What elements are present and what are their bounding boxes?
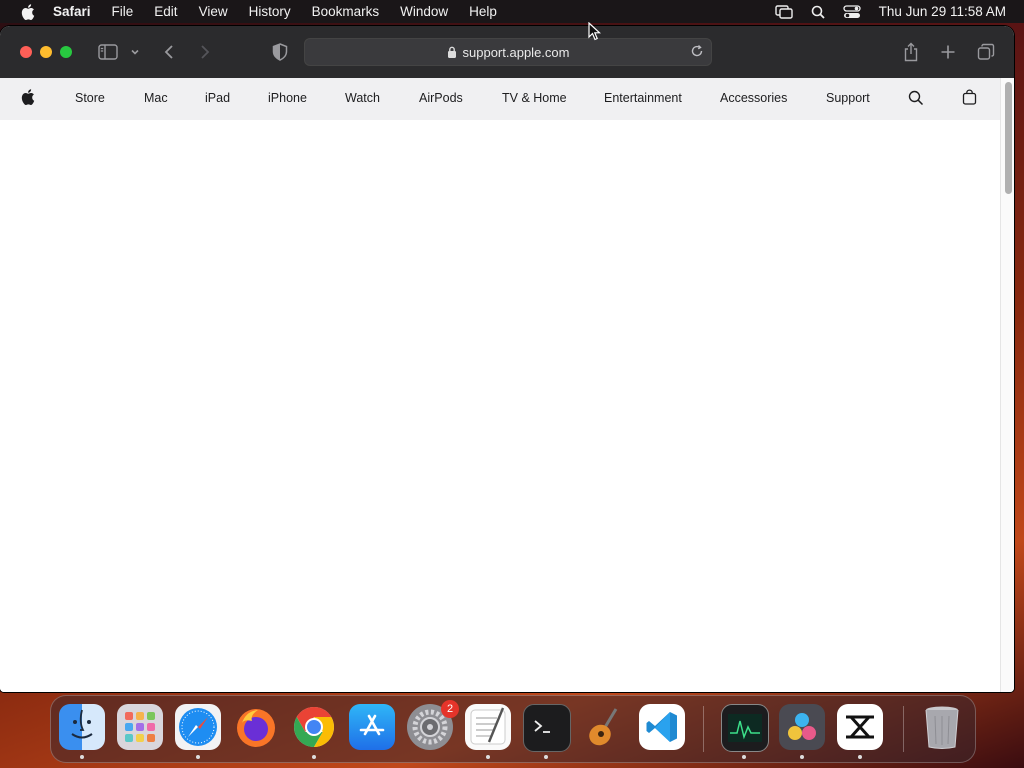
nav-accessories[interactable]: Accessories (720, 91, 787, 105)
forward-icon[interactable] (196, 40, 214, 64)
menu-bar: Safari File Edit View History Bookmarks … (0, 0, 1024, 23)
finder-icon (71, 709, 93, 739)
safari-toolbar: support.apple.com (0, 26, 1014, 79)
chevron-down-icon[interactable] (128, 40, 142, 64)
sidebar-toggle-icon[interactable] (96, 40, 120, 64)
nav-support[interactable]: Support (826, 91, 870, 105)
dock-separator (903, 706, 904, 752)
dock-system-settings[interactable]: 2 (407, 700, 459, 750)
davinci-resolve-icon (788, 713, 816, 740)
capcut-icon (846, 715, 874, 739)
nav-watch[interactable]: Watch (345, 91, 380, 105)
tab-overview-icon[interactable] (975, 40, 997, 64)
dock-app-store[interactable] (349, 704, 395, 750)
dock-safari[interactable] (175, 704, 221, 750)
control-center-icon[interactable] (839, 2, 865, 22)
share-icon[interactable] (900, 40, 922, 64)
dock-firefox[interactable] (233, 704, 279, 750)
scrollbar-thumb[interactable] (1005, 82, 1012, 194)
mouse-cursor-icon (588, 21, 602, 47)
chrome-icon (294, 707, 334, 747)
menu-edit[interactable]: Edit (154, 4, 177, 19)
dock-activity-monitor[interactable] (721, 704, 769, 752)
apple-global-nav: Store Mac iPad iPhone Watch AirPods TV &… (0, 78, 1000, 120)
search-icon[interactable] (908, 90, 924, 109)
fullscreen-window-button[interactable] (60, 46, 72, 58)
dock-terminal[interactable] (523, 704, 571, 752)
menu-window[interactable]: Window (400, 4, 448, 19)
nav-ipad[interactable]: iPad (205, 91, 230, 105)
trash-icon (925, 706, 959, 749)
apple-menu-icon[interactable] (19, 3, 37, 21)
menu-app-name[interactable]: Safari (53, 4, 91, 19)
menu-help[interactable]: Help (469, 4, 497, 19)
terminal-prompt-icon (534, 720, 550, 733)
screen-mirroring-icon[interactable] (771, 2, 797, 22)
safari-compass-icon (179, 708, 217, 746)
vscode-icon (646, 712, 677, 742)
page-content (0, 120, 1000, 692)
nav-entertainment[interactable]: Entertainment (604, 91, 682, 105)
nav-tv-home[interactable]: TV & Home (502, 91, 567, 105)
dock-separator (703, 706, 704, 752)
nav-iphone[interactable]: iPhone (268, 91, 307, 105)
url-text: support.apple.com (462, 44, 570, 60)
dock-davinci-resolve[interactable] (779, 704, 825, 750)
running-indicator (742, 755, 746, 759)
running-indicator (858, 755, 862, 759)
dock-garageband[interactable] (581, 704, 627, 750)
spotlight-search-icon[interactable] (805, 2, 831, 22)
vertical-scrollbar[interactable] (1000, 78, 1014, 692)
menu-file[interactable]: File (112, 4, 134, 19)
running-indicator (312, 755, 316, 759)
running-indicator (544, 755, 548, 759)
menu-bookmarks[interactable]: Bookmarks (312, 4, 380, 19)
safari-window: support.apple.com Store Mac iPad iPhone … (0, 26, 1014, 692)
dock-chrome[interactable] (291, 704, 337, 750)
guitar-icon (589, 708, 618, 746)
launchpad-icon (125, 712, 155, 742)
firefox-icon (237, 709, 275, 747)
textedit-icon (470, 707, 506, 745)
running-indicator (486, 755, 490, 759)
running-indicator (196, 755, 200, 759)
apple-logo-icon[interactable] (21, 89, 35, 108)
minimize-window-button[interactable] (40, 46, 52, 58)
close-window-button[interactable] (20, 46, 32, 58)
dock-textedit[interactable] (465, 704, 511, 750)
menu-history[interactable]: History (249, 4, 291, 19)
activity-graph-icon (728, 714, 762, 742)
address-bar[interactable]: support.apple.com (304, 38, 712, 66)
dock-vscode[interactable] (639, 704, 685, 750)
running-indicator (800, 755, 804, 759)
dock: 2 (50, 695, 976, 763)
shopping-bag-icon[interactable] (962, 89, 977, 108)
running-indicator (80, 755, 84, 759)
notification-badge: 2 (441, 700, 459, 718)
lock-icon (447, 46, 457, 58)
nav-airpods[interactable]: AirPods (419, 91, 463, 105)
nav-mac[interactable]: Mac (144, 91, 168, 105)
menu-view[interactable]: View (199, 4, 228, 19)
dock-trash[interactable] (919, 704, 965, 750)
reload-icon[interactable] (689, 43, 705, 59)
back-icon[interactable] (160, 40, 178, 64)
app-store-icon (359, 714, 385, 736)
nav-store[interactable]: Store (75, 91, 105, 105)
privacy-shield-icon[interactable] (270, 40, 290, 64)
dock-capcut[interactable] (837, 704, 883, 750)
dock-launchpad[interactable] (117, 704, 163, 750)
new-tab-icon[interactable] (937, 40, 959, 64)
menubar-clock[interactable]: Thu Jun 29 11:58 AM (879, 4, 1006, 19)
dock-finder[interactable] (59, 704, 105, 750)
